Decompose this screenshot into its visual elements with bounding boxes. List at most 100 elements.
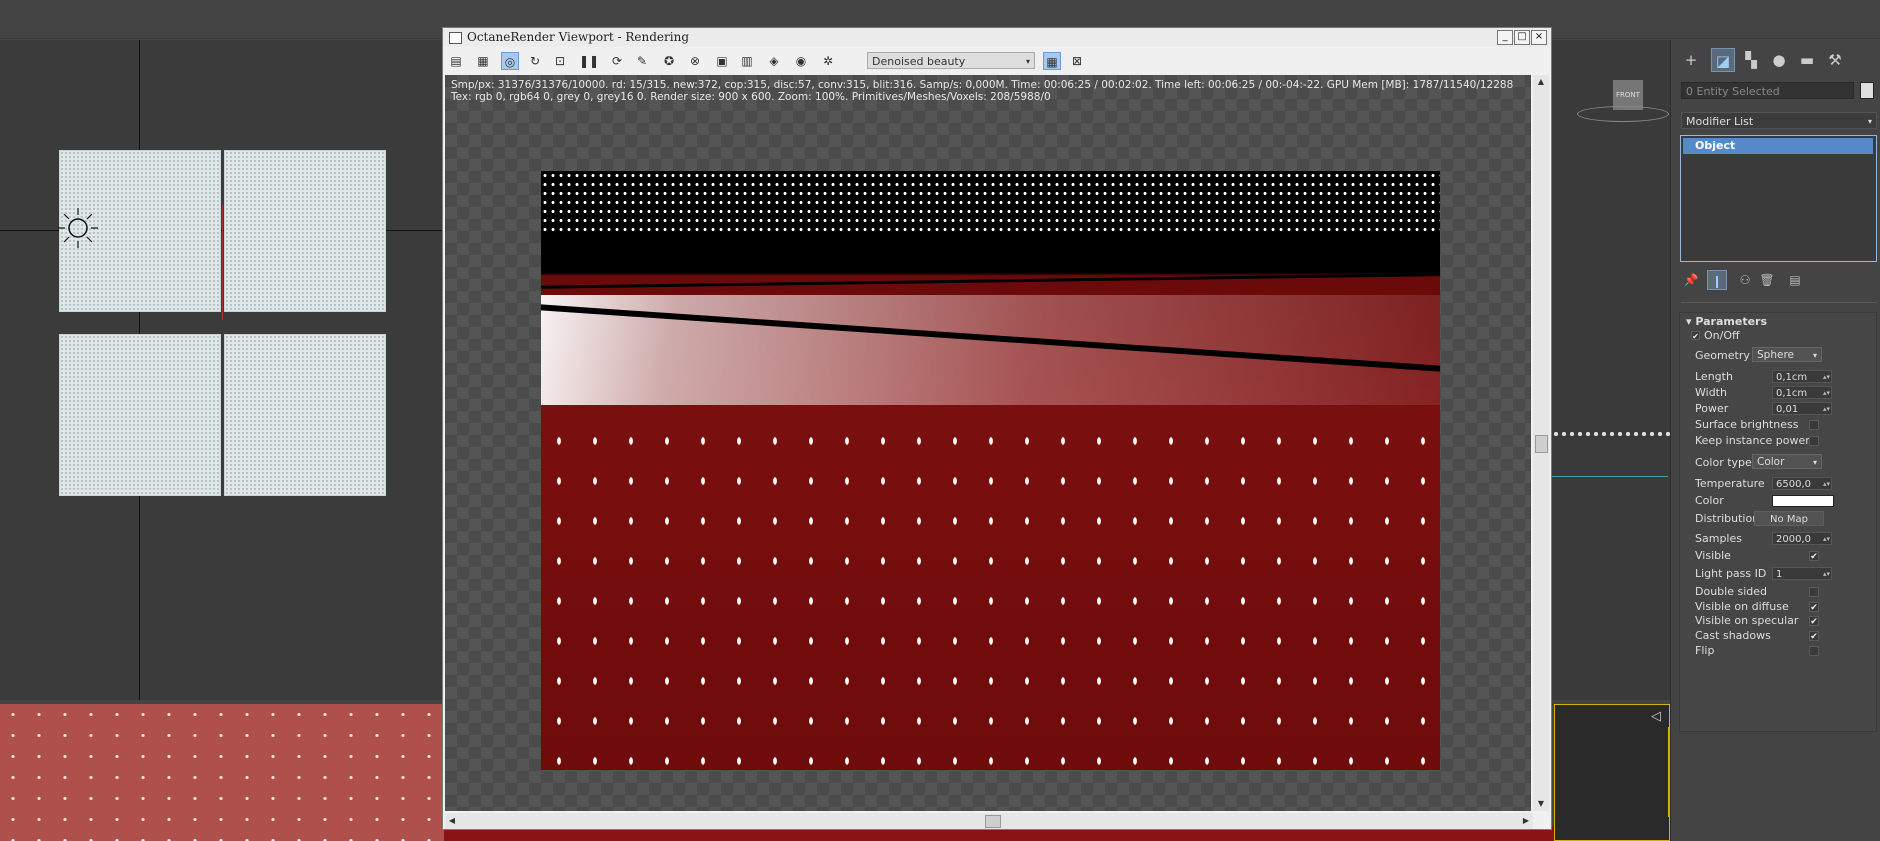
spinner-arrows-icon[interactable]: ▴▾ — [1823, 568, 1830, 581]
export-icon[interactable]: ▤ — [447, 52, 465, 70]
surface-brightness-label: Surface brightness — [1695, 418, 1799, 431]
power-label: Power — [1695, 402, 1729, 415]
light-pass-id-value: 1 — [1776, 569, 1783, 580]
spinner-arrows-icon[interactable]: ▴▾ — [1823, 403, 1830, 416]
chevron-down-icon: ▾ — [1867, 117, 1872, 126]
keep-instance-power-checkbox[interactable] — [1809, 436, 1819, 446]
scroll-left-icon[interactable]: ◀ — [445, 813, 459, 829]
show-end-result-icon[interactable]: ❙ — [1707, 270, 1727, 290]
light-array-panel[interactable] — [224, 334, 386, 496]
spinner-arrows-icon[interactable]: ▴▾ — [1823, 478, 1830, 491]
render-pass-value: Denoised beauty — [872, 55, 966, 68]
maximize-button[interactable]: □ — [1514, 30, 1530, 45]
samples-spinner[interactable]: 2000,0 ▴▾ — [1772, 532, 1832, 545]
vertical-scrollbar[interactable]: ▲ ▼ — [1533, 75, 1549, 811]
scroll-up-icon[interactable]: ▲ — [1533, 75, 1549, 89]
display-icon[interactable]: ▣ — [713, 52, 731, 70]
viewport-front[interactable]: FRONT — [1552, 40, 1670, 700]
chevron-down-icon: ▾ — [1812, 458, 1817, 467]
length-spinner[interactable]: 0,1cm ▴▾ — [1772, 370, 1832, 383]
cast-shadows-label: Cast shadows — [1695, 629, 1771, 642]
render-image[interactable] — [541, 171, 1440, 770]
stack-item-object[interactable]: Object — [1683, 138, 1873, 154]
scroll-right-icon[interactable]: ▶ — [1519, 813, 1533, 829]
modifier-list-dropdown[interactable]: Modifier List ▾ — [1681, 112, 1877, 129]
settings-gear-icon[interactable]: ✲ — [819, 52, 837, 70]
render-stats-line2: Tex: rgb 0, rgb64 0, grey 0, grey16 0. R… — [451, 91, 1051, 103]
visible-checkbox[interactable]: ✔ — [1809, 551, 1819, 562]
display-tab-icon[interactable]: ▬ — [1795, 48, 1819, 72]
color-wheel-icon[interactable]: ✪ — [660, 52, 678, 70]
distribution-map-button[interactable]: No Map — [1754, 511, 1824, 526]
spinner-arrows-icon[interactable]: ▴▾ — [1823, 533, 1830, 546]
pause-icon[interactable]: ❚❚ — [579, 52, 599, 70]
region-icon[interactable]: ◈ — [765, 52, 783, 70]
geometry-label: Geometry — [1695, 349, 1750, 362]
width-spinner[interactable]: 0,1cm ▴▾ — [1772, 386, 1832, 399]
make-unique-icon[interactable]: ⚇ — [1735, 270, 1755, 290]
cast-shadows-checkbox[interactable]: ✔ — [1809, 631, 1819, 642]
light-pass-id-spinner[interactable]: 1 ▴▾ — [1772, 567, 1832, 580]
viewport-perspective[interactable] — [0, 704, 444, 841]
visible-on-specular-checkbox[interactable]: ✔ — [1809, 616, 1819, 627]
rollout-title: Parameters — [1695, 315, 1768, 328]
light-array-panel[interactable] — [59, 334, 221, 496]
light-array-panel[interactable] — [224, 150, 386, 312]
width-value: 0,1cm — [1776, 388, 1808, 399]
visible-on-diffuse-checkbox[interactable]: ✔ — [1809, 602, 1819, 613]
minimize-button[interactable]: _ — [1497, 30, 1513, 45]
camera-icon[interactable]: ◉ — [792, 52, 810, 70]
channel-view-icon[interactable]: ▦ — [1043, 52, 1061, 70]
save-icon[interactable]: ▦ — [474, 52, 492, 70]
pin-stack-icon[interactable]: 📌 — [1681, 270, 1701, 290]
rollout-header[interactable]: ▾ Parameters — [1686, 315, 1767, 328]
viewport-border — [1668, 727, 1669, 817]
lock-icon[interactable]: ⊡ — [551, 52, 569, 70]
horizontal-scrollbar[interactable]: ◀ ▶ — [445, 813, 1533, 829]
create-tab-icon[interactable]: + — [1679, 48, 1703, 72]
viewcube-ring[interactable] — [1577, 106, 1669, 122]
vertical-scroll-thumb[interactable] — [1535, 435, 1548, 453]
render-area[interactable]: Smp/px: 31376/31376/10000. rd: 15/315. n… — [445, 75, 1531, 811]
window-app-icon — [449, 32, 462, 44]
object-name-field[interactable]: 0 Entity Selected — [1681, 82, 1854, 99]
material-picker-icon[interactable]: ✎ — [633, 52, 651, 70]
window-titlebar[interactable]: OctaneRender Viewport - Rendering _ □ × — [443, 28, 1551, 47]
object-color-swatch[interactable] — [1860, 82, 1874, 99]
chevron-down-icon: ▾ — [1812, 351, 1817, 360]
scroll-down-icon[interactable]: ▼ — [1533, 797, 1549, 811]
fit-view-icon[interactable]: ⊠ — [1068, 52, 1086, 70]
modifier-stack[interactable]: Object — [1680, 135, 1877, 262]
spinner-arrows-icon[interactable]: ▴▾ — [1823, 387, 1830, 400]
visible-on-specular-label: Visible on specular — [1695, 614, 1799, 627]
film-icon[interactable]: ▥ — [738, 52, 756, 70]
power-spinner[interactable]: 0,01 ▴▾ — [1772, 402, 1832, 415]
double-sided-checkbox[interactable] — [1809, 587, 1819, 597]
flip-checkbox[interactable] — [1809, 646, 1819, 656]
color-type-dropdown[interactable]: Color ▾ — [1752, 454, 1822, 469]
refresh-icon[interactable]: ⟳ — [608, 52, 626, 70]
geometry-dropdown[interactable]: Sphere ▾ — [1752, 347, 1822, 362]
horizontal-scroll-thumb[interactable] — [985, 815, 1001, 828]
zoom-icon[interactable]: ◎ — [501, 52, 519, 70]
render-pass-select[interactable]: Denoised beauty ▾ — [867, 52, 1035, 69]
onoff-checkbox[interactable]: ✔ — [1691, 331, 1700, 341]
sun-light-icon[interactable] — [56, 206, 100, 250]
color-swatch[interactable] — [1772, 495, 1834, 507]
restart-icon[interactable]: ↻ — [526, 52, 544, 70]
utilities-tab-icon[interactable]: ⚒ — [1823, 48, 1847, 72]
configure-modifier-sets-icon[interactable]: ▤ — [1785, 270, 1805, 290]
viewport-active-camera[interactable]: ◁ — [1554, 704, 1670, 841]
motion-tab-icon[interactable]: ● — [1767, 48, 1791, 72]
modify-tab-icon[interactable]: ◪ — [1711, 48, 1735, 72]
octane-viewport-window[interactable]: OctaneRender Viewport - Rendering _ □ × … — [442, 27, 1552, 830]
temperature-spinner[interactable]: 6500,0 ▴▾ — [1772, 477, 1832, 490]
length-value: 0,1cm — [1776, 372, 1808, 383]
target-icon[interactable]: ⊗ — [686, 52, 704, 70]
hierarchy-tab-icon[interactable]: ▚ — [1739, 48, 1763, 72]
close-button[interactable]: × — [1531, 30, 1547, 45]
parameters-rollout: ▾ Parameters ✔ On/Off Geometry Sphere ▾ … — [1679, 312, 1877, 732]
spinner-arrows-icon[interactable]: ▴▾ — [1823, 371, 1830, 384]
surface-brightness-checkbox[interactable] — [1809, 420, 1819, 430]
remove-modifier-icon[interactable]: 🗑 — [1757, 270, 1777, 290]
